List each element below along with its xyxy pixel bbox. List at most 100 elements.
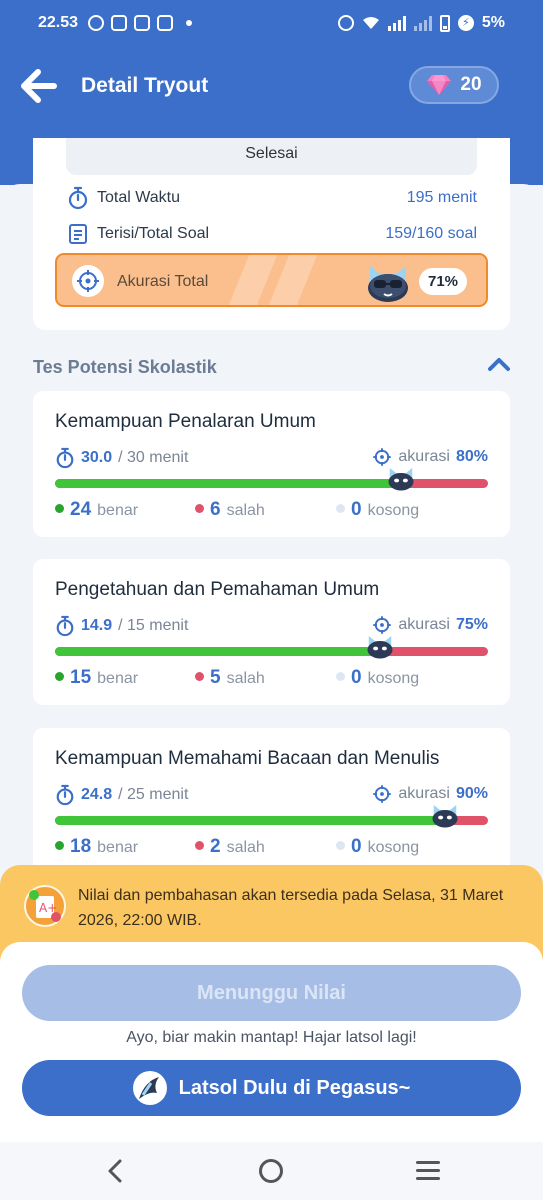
section-title: Tes Potensi Skolastik [33,357,217,377]
terisi-label: Terisi/Total Soal [97,225,210,242]
terisi-row: Terisi/Total Soal 159/160 soal [67,222,477,246]
app-bar: Detail Tryout 20 [0,48,543,128]
empty-dot-icon [336,672,345,681]
subtest-time-total: / 30 menit [118,449,189,466]
chevron-left-icon [108,1159,122,1183]
system-icons: ⚡ 5% [337,14,505,32]
signal-icon [387,15,406,31]
total-waktu-label: Total Waktu [97,189,180,206]
status-bar: 22.53 ⚡ 5% [0,0,543,48]
empty-dot-icon [336,504,345,513]
charging-icon: ⚡ [457,15,474,31]
do-not-disturb-icon [337,15,354,31]
mascot-icon [365,631,395,661]
accuracy-bar [55,636,488,659]
summary-card: Selesai Total Waktu 195 menit Terisi/Tot… [33,138,510,330]
gem-count: 20 [460,74,482,95]
terisi-value: 159/160 soal [385,225,477,242]
latsol-pegasus-button[interactable]: Latsol Dulu di Pegasus~ [22,1060,521,1116]
subtest-accuracy-label: akurasi [398,616,450,633]
target-icon [72,265,104,297]
subtest-time-used: 14.9 [81,617,113,634]
akurasi-total-box: Akurasi Total 71% [55,253,488,307]
more-notifications-icon [186,20,192,26]
capcut-icon [157,15,173,31]
app-notification-icon [134,15,150,31]
notification-icons [88,15,192,31]
notice-text: Nilai dan pembahasan akan tersedia pada … [78,887,504,929]
battery-icon [439,14,450,32]
target-icon [373,785,392,803]
subtest-accuracy-value: 80% [455,448,488,465]
stopwatch-icon [56,615,74,637]
subtest-card[interactable]: Kemampuan Memahami Bacaan dan Menulis 24… [33,728,510,874]
subtest-title: Kemampuan Penalaran Umum [55,411,316,432]
akurasi-total-value: 71% [419,268,467,295]
kosong-count: 0 kosong [336,667,419,689]
stopwatch-icon [68,186,88,210]
benar-count: 24 benar [55,499,138,521]
wifi-icon [362,17,379,29]
whatsapp-icon [88,15,104,31]
subtest-time-used: 24.8 [81,786,113,803]
mascot-icon [364,260,412,305]
accuracy-bar-fill [55,479,402,488]
subtest-card[interactable]: Kemampuan Penalaran Umum 30.0 / 30 menit… [33,391,510,537]
subtest-accuracy-value: 90% [455,785,488,802]
signal-2-icon [413,15,432,31]
list-icon [69,224,87,244]
salah-count: 2 salah [195,836,265,858]
subtest-title: Kemampuan Memahami Bacaan dan Menulis [55,748,440,769]
action-panel: Menunggu Nilai Ayo, biar makin mantap! H… [0,942,543,1142]
stopwatch-icon [56,447,74,469]
total-waktu-value: 195 menit [406,189,477,206]
subtest-accuracy-value: 75% [455,616,488,633]
pegasus-icon [132,1071,167,1105]
waiting-score-button[interactable]: Menunggu Nilai [22,965,521,1021]
exam-result-icon: A+ [24,885,66,927]
correct-dot-icon [55,672,64,681]
mascot-icon [430,800,460,830]
wrong-dot-icon [195,672,204,681]
subtest-title: Pengetahuan dan Pemahaman Umum [55,579,380,600]
nav-recents-button[interactable] [416,1161,440,1181]
page-title: Detail Tryout [81,74,209,97]
correct-dot-icon [55,504,64,513]
nav-home-button[interactable] [259,1159,283,1183]
back-button[interactable] [20,68,60,104]
kosong-count: 0 kosong [336,499,419,521]
benar-count: 15 benar [55,667,138,689]
gem-balance[interactable]: 20 [409,66,499,104]
diamond-icon [427,75,452,95]
subtest-time: 14.9 / 15 menit [55,615,188,637]
subtest-time: 30.0 / 30 menit [55,447,188,469]
nav-back-button[interactable] [104,1158,126,1184]
correct-dot-icon [55,841,64,850]
kosong-count: 0 kosong [336,836,419,858]
accuracy-bar [55,805,488,828]
wrong-dot-icon [195,841,204,850]
salah-count: 6 salah [195,499,265,521]
system-nav-bar [0,1142,543,1200]
akurasi-total-label: Akurasi Total [117,273,209,290]
mascot-icon [386,463,416,493]
status-label: Selesai [66,138,477,175]
collapse-section-button[interactable] [487,356,511,372]
motivation-text: Ayo, biar makin mantap! Hajar latsol lag… [126,1029,417,1046]
latsol-label: Latsol Dulu di Pegasus~ [178,1076,411,1099]
benar-count: 18 benar [55,836,138,858]
salah-count: 5 salah [195,667,265,689]
total-waktu-row: Total Waktu 195 menit [67,186,477,210]
accuracy-bar [55,468,488,491]
subtest-time-used: 30.0 [81,449,113,466]
battery-percent: 5% [481,14,505,31]
subtest-time-total: / 15 menit [118,617,189,634]
chevron-up-icon [488,358,510,371]
arrow-left-icon [21,69,57,103]
instagram-icon [111,15,127,31]
subtest-time-total: / 25 menit [118,786,189,803]
status-time: 22.53 [38,14,79,31]
subtest-card[interactable]: Pengetahuan dan Pemahaman Umum 14.9 / 15… [33,559,510,705]
stopwatch-icon [56,784,74,806]
subtest-time: 24.8 / 25 menit [55,784,188,806]
